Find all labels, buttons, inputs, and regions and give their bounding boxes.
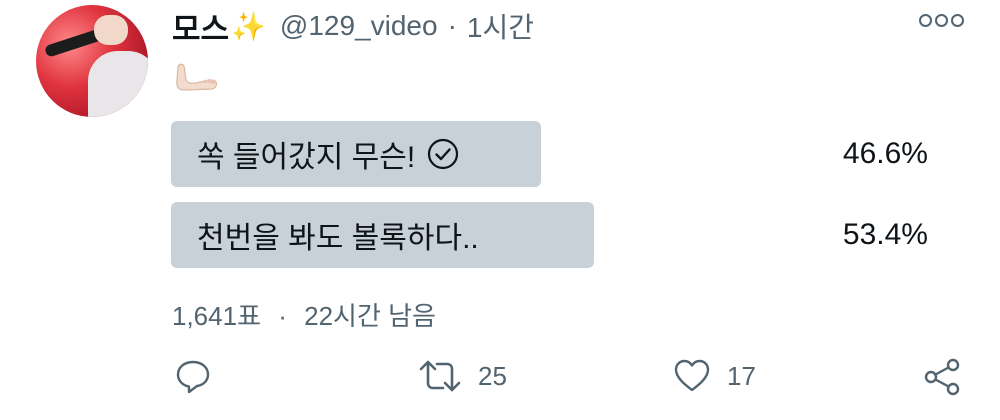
author-name[interactable]: 모스: [172, 4, 229, 49]
poll-option-1-percent: 46.6%: [842, 137, 928, 170]
retweet-button[interactable]: 25: [418, 357, 507, 395]
foot-icon: [172, 60, 220, 94]
retweet-count: 25: [478, 360, 507, 391]
header-separator: ·: [447, 10, 457, 41]
more-dot-icon: [951, 14, 964, 27]
avatar[interactable]: [36, 5, 148, 117]
like-count: 17: [727, 360, 756, 391]
reply-icon: [174, 357, 212, 395]
poll-option-2-label: 천번을 봐도 볼록하다..: [197, 222, 479, 255]
retweet-icon: [418, 357, 462, 395]
poll-time-left: 22시간 남음: [304, 301, 436, 331]
more-options-button[interactable]: [919, 14, 964, 27]
poll-meta-separator: ·: [278, 301, 287, 331]
tweet-actions: 25 17: [0, 357, 1000, 401]
poll-option-1: 쏙 들어갔지 무슨! 46.6%: [171, 121, 964, 187]
poll-option-2: 천번을 봐도 볼록하다.. 53.4%: [171, 202, 964, 268]
share-icon: [922, 357, 962, 397]
poll-option-1-label-wrap: 쏙 들어갔지 무슨!: [197, 121, 459, 187]
avatar-shirt: [88, 51, 148, 117]
reply-button[interactable]: [174, 357, 228, 395]
tweet-header: 모스 ✨ @129_video · 1시간: [172, 4, 534, 49]
share-button[interactable]: [922, 357, 962, 397]
like-button[interactable]: 17: [673, 357, 756, 395]
poll-option-2-percent: 53.4%: [842, 218, 928, 251]
poll-vote-count: 1,641표: [172, 301, 261, 331]
poll-meta: 1,641표 · 22시간 남음: [172, 296, 436, 333]
heart-icon: [673, 357, 711, 395]
more-dot-icon: [935, 14, 948, 27]
avatar-hand: [94, 15, 128, 45]
sparkles-icon: ✨: [231, 10, 266, 42]
poll-option-1-label: 쏙 들어갔지 무슨!: [197, 141, 416, 174]
more-dot-icon: [919, 14, 932, 27]
author-handle[interactable]: @129_video: [280, 10, 438, 42]
tweet-time[interactable]: 1시간: [467, 6, 534, 46]
poll-option-2-label-wrap: 천번을 봐도 볼록하다..: [197, 202, 479, 268]
check-circle-icon: [427, 138, 459, 170]
